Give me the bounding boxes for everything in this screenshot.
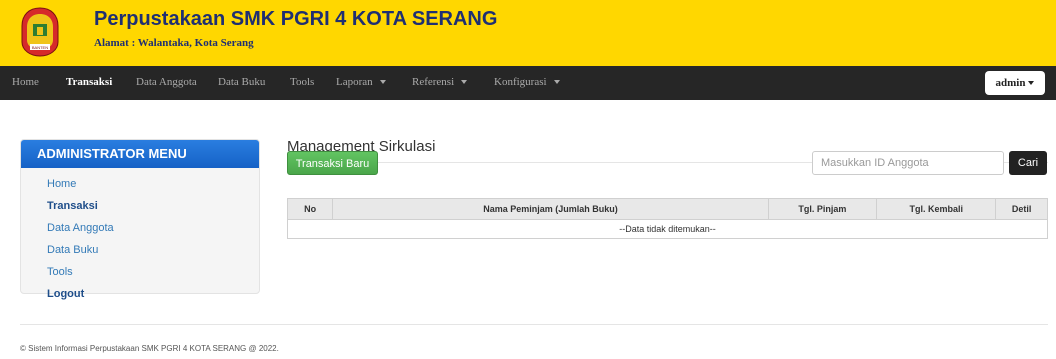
nav-konfigurasi-label: Konfigurasi <box>494 76 547 88</box>
sidebar-item-tools[interactable]: Tools <box>47 266 73 278</box>
sidebar-item-logout[interactable]: Logout <box>47 288 84 300</box>
sidebar-item-data-anggota[interactable]: Data Anggota <box>47 222 114 234</box>
user-menu-button[interactable]: admin <box>985 71 1045 95</box>
nav-laporan-label: Laporan <box>336 76 373 88</box>
nav-data-anggota[interactable]: Data Anggota <box>136 76 197 88</box>
col-header-no: No <box>286 198 334 220</box>
sidebar-item-home[interactable]: Home <box>47 178 76 190</box>
site-header: BANTEN Perpustakaan SMK PGRI 4 KOTA SERA… <box>0 0 1056 66</box>
user-menu-label: admin <box>995 77 1026 89</box>
chevron-down-icon <box>379 80 386 85</box>
nav-home[interactable]: Home <box>12 76 39 88</box>
sidebar: ADMINISTRATOR MENU Home Transaksi Data A… <box>20 139 260 300</box>
col-header-borrow-date: Tgl. Pinjam <box>767 198 878 220</box>
col-header-borrower: Nama Peminjam (Jumlah Buku) <box>332 198 769 220</box>
chevron-down-icon <box>461 80 468 85</box>
col-header-return-date: Tgl. Kembali <box>876 198 997 220</box>
nav-laporan[interactable]: Laporan <box>336 76 386 88</box>
nav-data-buku[interactable]: Data Buku <box>218 76 265 88</box>
logo-text: BANTEN <box>32 45 48 50</box>
nav-referensi-label: Referensi <box>412 76 455 88</box>
site-title: Perpustakaan SMK PGRI 4 KOTA SERANG <box>94 8 498 30</box>
circulation-table: No Nama Peminjam (Jumlah Buku) Tgl. Pinj… <box>286 198 1048 239</box>
chevron-down-icon <box>553 80 560 85</box>
member-id-search-input[interactable] <box>812 151 1004 175</box>
footer-divider <box>20 324 1048 325</box>
sidebar-title: ADMINISTRATOR MENU <box>21 140 259 168</box>
nav-tools[interactable]: Tools <box>290 76 314 88</box>
chevron-down-icon <box>1028 81 1035 86</box>
table-row: --Data tidak ditemukan-- <box>287 219 1048 239</box>
new-transaction-button[interactable]: Transaksi Baru <box>287 151 378 175</box>
nav-konfigurasi[interactable]: Konfigurasi <box>494 76 560 88</box>
nav-referensi[interactable]: Referensi <box>412 76 468 88</box>
footer-text: © Sistem Informasi Perpustakaan SMK PGRI… <box>20 344 279 353</box>
empty-table-message: --Data tidak ditemukan-- <box>287 219 1048 239</box>
school-logo: BANTEN <box>21 7 59 57</box>
sidebar-item-transaksi[interactable]: Transaksi <box>47 200 98 212</box>
col-header-detail: Detil <box>995 198 1048 220</box>
search-button[interactable]: Cari <box>1009 151 1047 175</box>
nav-transaksi[interactable]: Transaksi <box>66 76 112 88</box>
navbar: Home Transaksi Data Anggota Data Buku To… <box>0 66 1056 100</box>
site-address: Alamat : Walantaka, Kota Serang <box>94 37 254 49</box>
table-header-row: No Nama Peminjam (Jumlah Buku) Tgl. Pinj… <box>286 198 1048 220</box>
sidebar-item-data-buku[interactable]: Data Buku <box>47 244 98 256</box>
